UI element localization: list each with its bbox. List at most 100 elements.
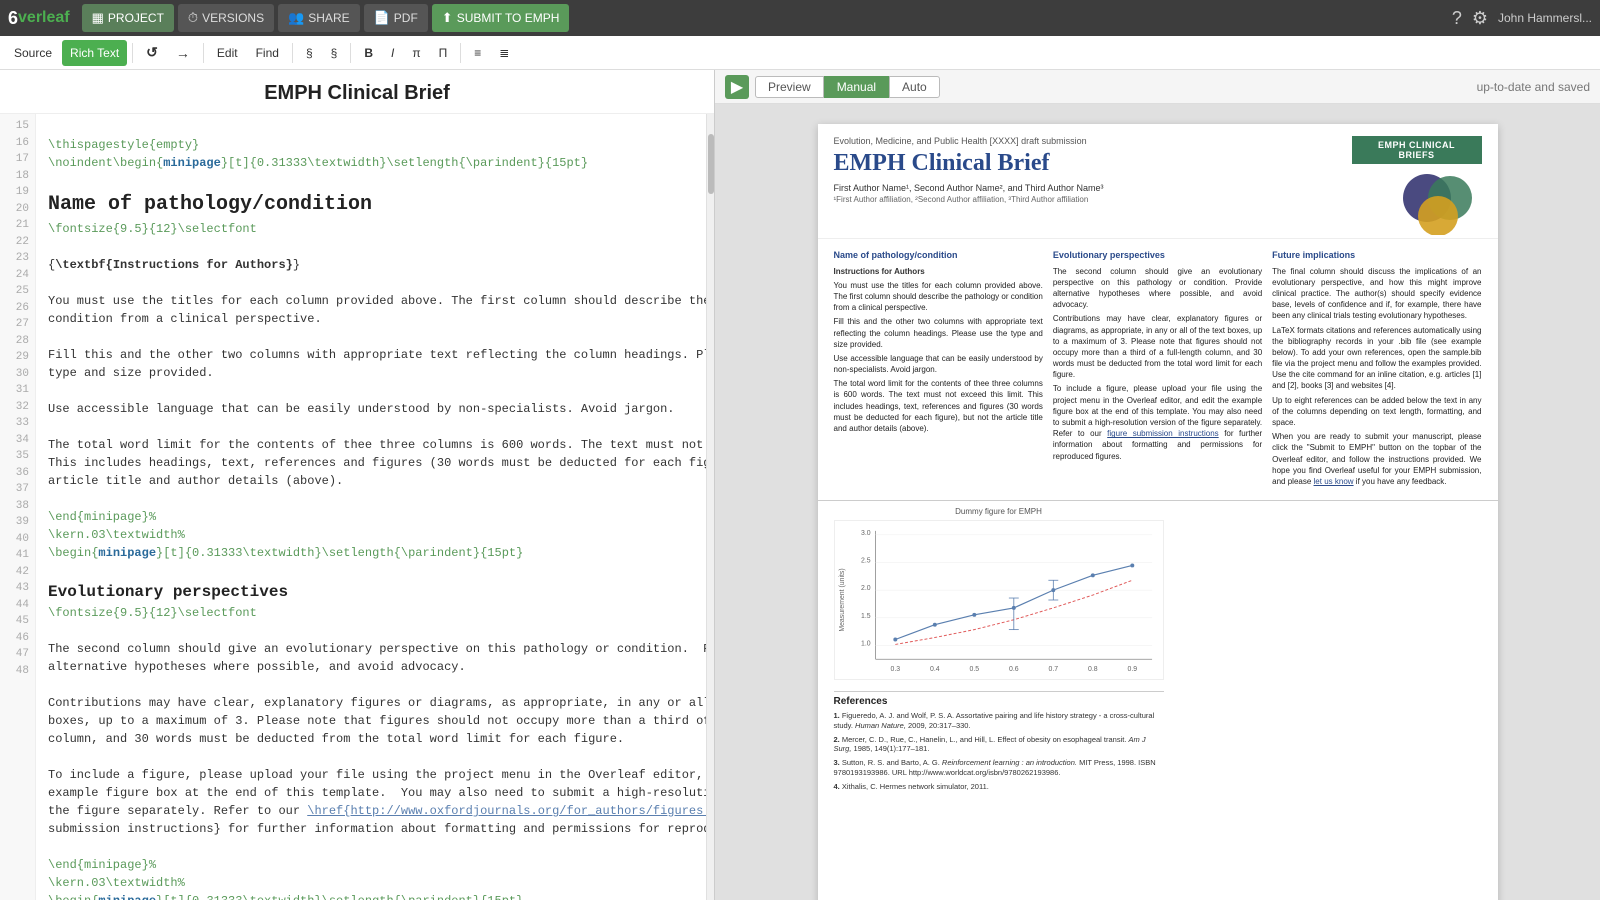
col1-text-2: Fill this and the other two columns with… (834, 316, 1043, 350)
scrollbar-thumb[interactable] (708, 134, 714, 194)
code-area[interactable]: \thispagestyle{empty} \noindent\begin{mi… (36, 114, 706, 900)
track-changes-button[interactable]: ↺ (138, 40, 166, 66)
doc-header: Evolution, Medicine, and Public Health [… (818, 124, 1498, 239)
pi2-button[interactable]: Π (431, 40, 456, 66)
italic-button[interactable]: I (383, 40, 402, 66)
share-button[interactable]: 👥 SHARE (278, 4, 360, 32)
code-line: \end{minipage}% (48, 856, 694, 874)
redo-button[interactable]: → (168, 40, 198, 66)
svg-text:3.0: 3.0 (861, 530, 871, 537)
code-line (48, 118, 694, 136)
figure-link[interactable]: figure submission instructions (1107, 429, 1219, 438)
doc-title: EMPH Clinical Brief (834, 150, 1342, 177)
section-button[interactable]: § (298, 40, 321, 66)
list2-button[interactable]: ≣ (491, 40, 517, 66)
svg-text:0.3: 0.3 (890, 666, 900, 673)
main-layout: EMPH Clinical Brief 15 16 17 18 19 20 21… (0, 70, 1600, 900)
code-line: column, and 30 words must be deducted fr… (48, 730, 694, 748)
code-line (48, 748, 694, 766)
track-changes-icon: ↺ (146, 44, 158, 60)
code-line: alternative hypotheses where possible, a… (48, 658, 694, 676)
references-title: References (834, 691, 1164, 707)
code-line: the figure separately. Refer to our \hre… (48, 802, 694, 820)
code-line: You must use the titles for each column … (48, 292, 694, 310)
bold-button[interactable]: B (356, 40, 381, 66)
col3-text-1: The final column should discuss the impl… (1272, 266, 1481, 322)
toolbar-separator-1 (132, 43, 133, 63)
code-line: article title and author details (above)… (48, 472, 694, 490)
col1-text-3: Use accessible language that can be easi… (834, 353, 1043, 375)
code-line: \fontsize{9.5}{12}\selectfont (48, 220, 694, 238)
toolbar-separator-5 (460, 43, 461, 63)
toolbar-separator-2 (203, 43, 204, 63)
settings-button[interactable]: ⚙ (1472, 8, 1488, 29)
code-line (48, 274, 694, 292)
code-line: submission instructions} for further inf… (48, 820, 694, 838)
preview-toggle: Preview Manual Auto (755, 76, 940, 98)
toolbar-separator-3 (292, 43, 293, 63)
code-line: \thispagestyle{empty} (48, 136, 694, 154)
edit-button[interactable]: Edit (209, 40, 246, 66)
doc-authors: First Author Name¹, Second Author Name²,… (834, 183, 1342, 193)
editor-scrollbar[interactable] (706, 114, 714, 900)
versions-icon: ⏱ (188, 10, 198, 26)
help-button[interactable]: ? (1452, 8, 1462, 29)
list-icon: ≡ (474, 46, 481, 60)
code-line (48, 676, 694, 694)
code-line: Use accessible language that can be easi… (48, 400, 694, 418)
manual-button[interactable]: Manual (824, 76, 889, 98)
col2-text-2: Contributions may have clear, explanator… (1053, 313, 1262, 380)
code-line: The second column should give an evoluti… (48, 640, 694, 658)
code-line: example figure box at the end of this te… (48, 784, 694, 802)
pi-icon: π (412, 46, 420, 60)
feedback-link[interactable]: let us know (1314, 477, 1354, 486)
pi-button[interactable]: π (404, 40, 428, 66)
pdf-button[interactable]: 📄 PDF (364, 4, 428, 32)
code-line (48, 382, 694, 400)
col1-text-4: The total word limit for the contents of… (834, 378, 1043, 434)
document-page: Evolution, Medicine, and Public Health [… (818, 124, 1498, 900)
col1-text-1: You must use the titles for each column … (834, 280, 1043, 314)
auto-button[interactable]: Auto (889, 76, 940, 98)
code-line: \begin{minipage}[t]{0.31333\textwidth}\s… (48, 544, 694, 562)
doc-affiliations: ¹First Author affiliation, ²Second Autho… (834, 195, 1342, 204)
code-line (48, 622, 694, 640)
nav-right: ? ⚙ John Hammersl... (1452, 8, 1592, 29)
list-button[interactable]: ≡ (466, 40, 489, 66)
project-icon: ▦ (92, 10, 104, 26)
submit-button[interactable]: ⬆ SUBMIT TO EMPH (432, 4, 570, 32)
editor-content[interactable]: 15 16 17 18 19 20 21 22 23 24 25 26 27 2… (0, 114, 714, 900)
code-line (48, 418, 694, 436)
pi2-icon: Π (439, 46, 448, 60)
find-button[interactable]: Find (248, 40, 287, 66)
sub-section-button[interactable]: § (323, 40, 346, 66)
preview-panel: ▶ Preview Manual Auto up-to-date and sav… (715, 70, 1600, 900)
svg-text:0.4: 0.4 (930, 666, 940, 673)
pdf-icon: 📄 (374, 10, 390, 26)
logo-six: 6 (8, 8, 18, 29)
code-line (48, 562, 694, 580)
doc-columns: Name of pathology/condition Instructions… (818, 239, 1498, 501)
brand-badge: EMPH CLINICAL BRIEFS (1352, 136, 1482, 164)
share-label: SHARE (308, 11, 349, 25)
code-line: \noindent\begin{minipage}[t]{0.31333\tex… (48, 154, 694, 172)
preview-button[interactable]: Preview (755, 76, 824, 98)
code-line: condition from a clinical perspective. (48, 310, 694, 328)
code-line (48, 238, 694, 256)
svg-text:Measurement (units): Measurement (units) (838, 568, 845, 631)
svg-text:2.0: 2.0 (861, 585, 871, 592)
code-line (48, 838, 694, 856)
references-section: References 1. Figueredo, A. J. and Wolf,… (834, 691, 1164, 791)
ref-4: 4. Xithalis, C. Hermes network simulator… (834, 782, 1164, 792)
preview-toolbar: ▶ Preview Manual Auto up-to-date and sav… (715, 70, 1600, 104)
project-button[interactable]: ▦ PROJECT (82, 4, 174, 32)
versions-button[interactable]: ⏱ VERSIONS (178, 4, 274, 32)
logo-text: verleaf (18, 9, 70, 27)
journal-name: Evolution, Medicine, and Public Health [… (834, 136, 1342, 146)
code-line: Contributions may have clear, explanator… (48, 694, 694, 712)
venn-diagram (1392, 170, 1472, 230)
preview-arrow-button[interactable]: ▶ (725, 75, 749, 99)
richtext-button[interactable]: Rich Text (62, 40, 127, 66)
source-button[interactable]: Source (6, 40, 60, 66)
redo-icon: → (176, 45, 190, 61)
